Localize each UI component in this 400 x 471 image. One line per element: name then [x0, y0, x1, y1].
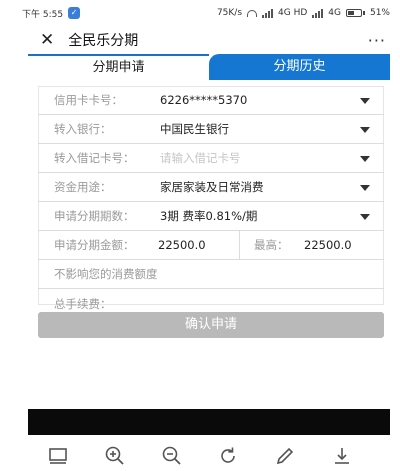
max-amount: 最高： 22500.0: [240, 231, 384, 259]
signal-icon-2: [312, 8, 324, 18]
credit-card-value: 6226*****5370: [160, 93, 248, 107]
purpose-label: 资金用途：: [54, 180, 112, 194]
close-icon[interactable]: ✕: [40, 31, 54, 49]
tab-installment-history[interactable]: 分期历史: [209, 54, 390, 80]
battery-icon: [345, 9, 365, 17]
amount-field[interactable]: 申请分期金额： 22500.0: [38, 231, 240, 259]
zoom-out-icon[interactable]: [160, 444, 184, 468]
amount-label: 申请分期金额：: [54, 238, 135, 252]
purpose-value: 家居家装及日常消费: [160, 180, 264, 194]
signal-icon: [262, 8, 274, 18]
credit-card-select[interactable]: 信用卡卡号： 6226*****5370: [38, 86, 384, 115]
max-amount-value: 22500.0: [304, 238, 352, 252]
credit-note-row: 不影响您的消费额度: [38, 260, 384, 289]
status-time: 下午 5:55: [22, 9, 64, 20]
more-menu-icon[interactable]: ···: [368, 31, 386, 50]
status-bar: 下午 5:55 ✓ 75K/s 4G HD 4G 51%: [0, 0, 400, 26]
download-icon[interactable]: [330, 444, 354, 468]
network-speed: 75K/s: [216, 8, 243, 18]
wifi-icon: [247, 9, 258, 17]
network-type-2: 4G: [328, 8, 341, 18]
confirm-apply-button[interactable]: 确认申请: [38, 312, 384, 338]
debit-card-label: 转入借记卡号：: [54, 151, 135, 165]
installment-form: 信用卡卡号： 6226*****5370 转入银行： 中国民生银行 转入借记卡号…: [38, 86, 384, 318]
debit-card-placeholder: 请输入借记卡号: [160, 151, 241, 165]
page-title: 全民乐分期: [68, 33, 139, 49]
purpose-select[interactable]: 资金用途： 家居家装及日常消费: [38, 173, 384, 202]
black-bar: [28, 409, 390, 435]
periods-label: 申请分期期数：: [54, 209, 135, 223]
dropdown-caret-icon: [360, 156, 370, 162]
rotate-icon[interactable]: [216, 444, 240, 468]
bank-label: 转入银行：: [54, 122, 112, 136]
credit-card-label: 信用卡卡号：: [54, 93, 123, 107]
bank-value: 中国民生银行: [160, 122, 229, 136]
bank-select[interactable]: 转入银行： 中国民生银行: [38, 115, 384, 144]
dropdown-caret-icon: [360, 185, 370, 191]
total-fee-label: 总手续费：: [54, 296, 112, 311]
dropdown-caret-icon: [360, 214, 370, 220]
periods-value: 3期 费率0.81%/期: [160, 209, 258, 223]
tab-installment-apply[interactable]: 分期申请: [28, 54, 209, 80]
debit-card-select[interactable]: 转入借记卡号： 请输入借记卡号: [38, 144, 384, 173]
dropdown-caret-icon: [360, 127, 370, 133]
credit-note: 不影响您的消费额度: [54, 267, 158, 281]
app-header: ✕ 全民乐分期 ···: [0, 26, 400, 54]
dropdown-caret-icon: [360, 98, 370, 104]
amount-row: 申请分期金额： 22500.0 最高： 22500.0: [38, 231, 384, 260]
bottom-toolbar: [0, 441, 400, 471]
screen-icon[interactable]: [46, 444, 70, 468]
tab-bar: 分期申请 分期历史: [28, 54, 390, 80]
shield-icon: ✓: [68, 7, 81, 19]
edit-icon[interactable]: [273, 444, 297, 468]
periods-select[interactable]: 申请分期期数： 3期 费率0.81%/期: [38, 202, 384, 231]
zoom-in-icon[interactable]: [103, 444, 127, 468]
max-amount-label: 最高：: [254, 238, 289, 252]
network-type: 4G HD: [278, 8, 308, 18]
battery-percent: 51%: [369, 8, 390, 18]
amount-value: 22500.0: [158, 238, 206, 252]
